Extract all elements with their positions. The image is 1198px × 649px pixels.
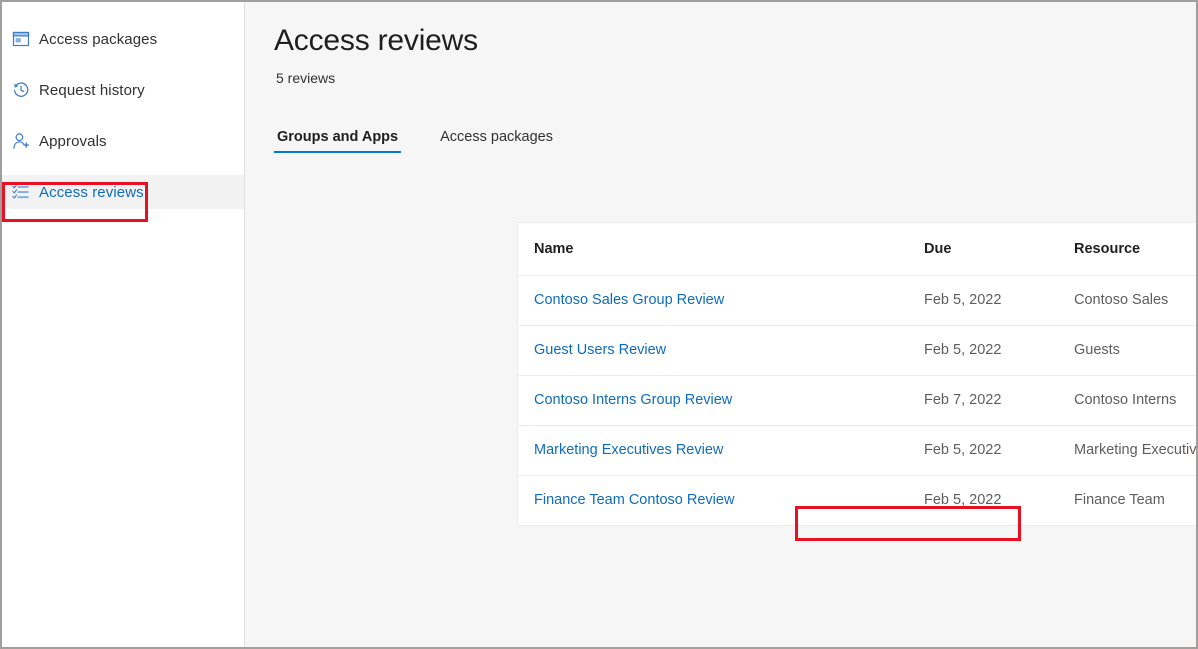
cell-resource: Contoso Sales [1058, 275, 1196, 325]
review-count-subtitle: 5 reviews [276, 70, 1196, 86]
table-row: Contoso Sales Group Review Feb 5, 2022Con… [518, 275, 1196, 325]
table-header-row: Name Due Resource Progress [518, 223, 1196, 275]
main-content: Access reviews 5 reviews Groups and Apps… [245, 2, 1196, 647]
page-title: Access reviews [274, 24, 1196, 58]
person-add-icon [12, 132, 30, 150]
reviews-table: Name Due Resource Progress Contoso Sales… [518, 223, 1196, 525]
cell-due-date: Feb 5, 2022 [908, 325, 1058, 375]
sidebar-item-access-packages[interactable]: Access packages [2, 22, 244, 56]
tab-groups-and-apps[interactable]: Groups and Apps [274, 129, 401, 153]
history-clock-icon [12, 81, 30, 99]
review-name-link[interactable]: Finance Team Contoso Review [534, 492, 734, 508]
review-name-link[interactable]: Contoso Sales Group Review [534, 292, 724, 308]
checklist-icon [12, 183, 30, 201]
table-header: Name Due Resource Progress [518, 223, 1196, 275]
sidebar-item-label: Access reviews [39, 184, 144, 201]
sidebar-item-request-history[interactable]: Request history [2, 73, 244, 107]
sidebar-item-label: Access packages [39, 31, 157, 48]
cell-due-date: Feb 5, 2022 [908, 275, 1058, 325]
cell-due-date: Feb 5, 2022 [908, 425, 1058, 475]
tab-bar: Groups and Apps Access packages [274, 119, 1196, 153]
sidebar-item-access-reviews[interactable]: Access reviews [2, 175, 244, 209]
cell-name: Finance Team Contoso Review [518, 475, 908, 525]
cell-resource: Finance Team [1058, 475, 1196, 525]
table-row: Marketing Executives Review Feb 5, 2022Ma… [518, 425, 1196, 475]
cell-resource: Guests [1058, 325, 1196, 375]
sidebar-item-label: Request history [39, 82, 145, 99]
page-header: Access reviews 5 reviews [245, 2, 1196, 86]
package-icon [12, 30, 30, 48]
reviews-table-card: Name Due Resource Progress Contoso Sales… [517, 222, 1196, 526]
review-name-link[interactable]: Contoso Interns Group Review [534, 392, 732, 408]
cell-due-date: Feb 7, 2022 [908, 375, 1058, 425]
sidebar-navigation: Access packages Request history [2, 2, 245, 647]
sidebar-item-label: Approvals [39, 133, 107, 150]
tab-label: Groups and Apps [277, 129, 398, 145]
tab-label: Access packages [440, 129, 553, 145]
column-header-due[interactable]: Due [908, 223, 1058, 275]
column-header-resource[interactable]: Resource [1058, 223, 1196, 275]
sidebar-item-approvals[interactable]: Approvals [2, 124, 244, 158]
table-row: Finance Team Contoso Review Feb 5, 2022Fi… [518, 475, 1196, 525]
table-body: Contoso Sales Group ReviewFeb 5, 2022Con… [518, 275, 1196, 525]
column-header-name[interactable]: Name [518, 223, 908, 275]
cell-name: Guest Users Review [518, 325, 908, 375]
cell-due-date: Feb 5, 2022 [908, 475, 1058, 525]
app-window: Access packages Request history [0, 0, 1198, 649]
page-layout: Access packages Request history [2, 2, 1196, 647]
cell-name: Marketing Executives Review [518, 425, 908, 475]
cell-resource: Marketing Executives [1058, 425, 1196, 475]
tab-access-packages[interactable]: Access packages [437, 129, 556, 153]
table-row: Contoso Interns Group Review Feb 7, 2022C… [518, 375, 1196, 425]
table-row: Guest Users ReviewFeb 5, 2022Guests0 / 1 [518, 325, 1196, 375]
cell-resource: Contoso Interns [1058, 375, 1196, 425]
cell-name: Contoso Interns Group Review [518, 375, 908, 425]
review-name-link[interactable]: Guest Users Review [534, 342, 666, 358]
review-name-link[interactable]: Marketing Executives Review [534, 442, 723, 458]
cell-name: Contoso Sales Group Review [518, 275, 908, 325]
